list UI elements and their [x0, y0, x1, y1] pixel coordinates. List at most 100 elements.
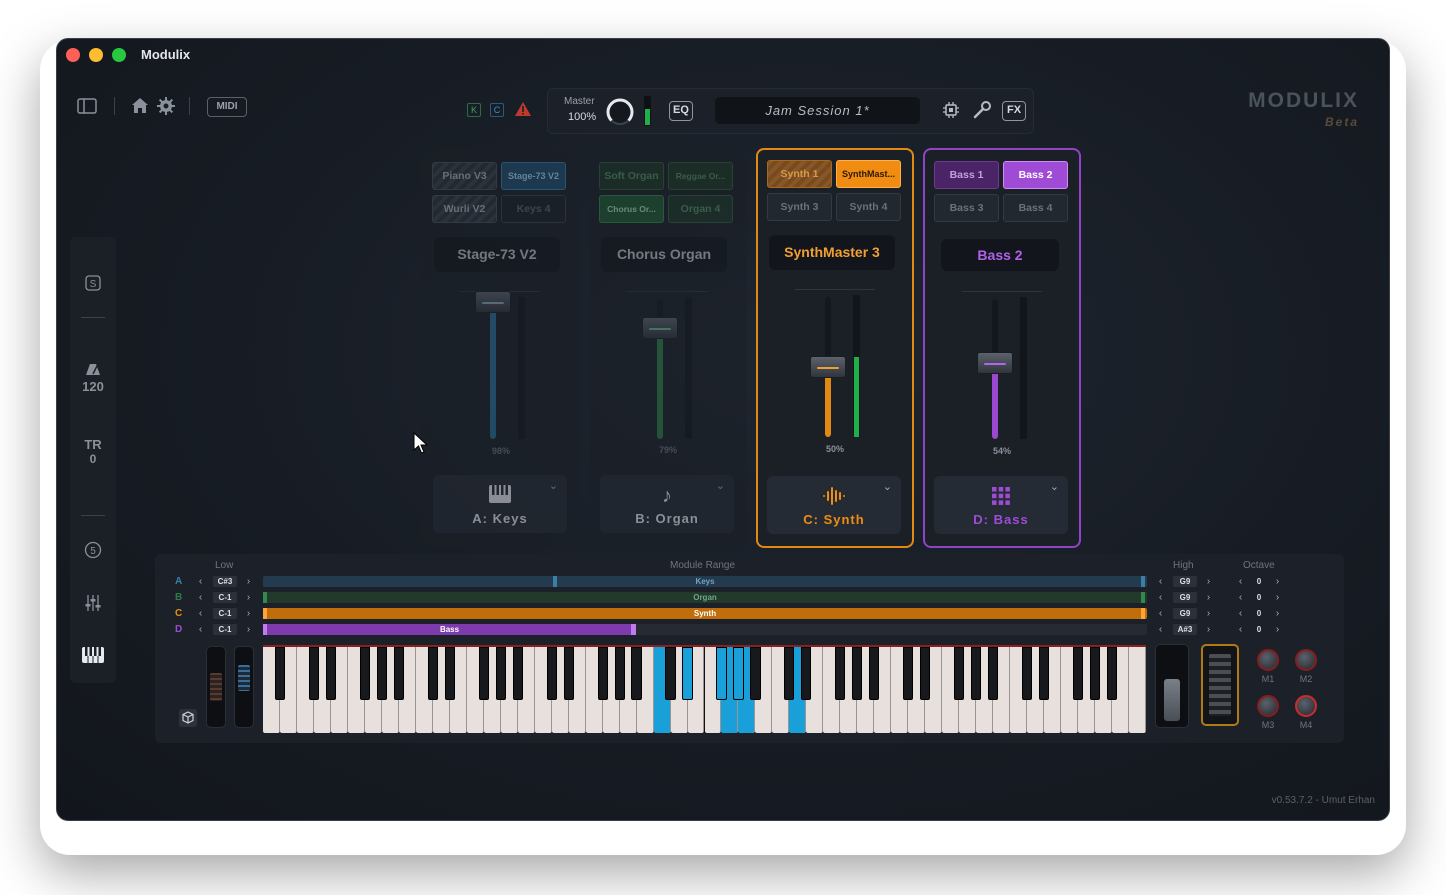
black-key[interactable]: [1089, 647, 1101, 700]
black-key[interactable]: [920, 647, 931, 700]
preset-slot[interactable]: Synth 1: [767, 160, 832, 188]
black-key[interactable]: [988, 647, 999, 700]
black-key[interactable]: [665, 647, 676, 700]
preset-slot[interactable]: Soft Organ: [599, 162, 664, 190]
warning-icon[interactable]: [514, 101, 532, 122]
piano-keyboard[interactable]: [263, 645, 1146, 733]
master-volume-knob[interactable]: [605, 97, 635, 132]
high-note-value[interactable]: G9: [1173, 592, 1197, 603]
high-increment-button[interactable]: ›: [1203, 624, 1214, 635]
chevron-down-icon[interactable]: ⌄: [716, 479, 725, 492]
piano-keys-icon[interactable]: [70, 647, 116, 668]
low-decrement-button[interactable]: ‹: [195, 608, 206, 619]
black-key[interactable]: [750, 647, 761, 700]
black-key[interactable]: [784, 647, 795, 700]
range-bar-organ[interactable]: Organ: [263, 592, 1147, 603]
low-decrement-button[interactable]: ‹: [195, 592, 206, 603]
black-key[interactable]: [359, 647, 370, 700]
high-decrement-button[interactable]: ‹: [1155, 624, 1166, 635]
volume-fader-handle[interactable]: [977, 352, 1013, 375]
chevron-down-icon[interactable]: ⌄: [883, 480, 892, 493]
expression-slider[interactable]: [1155, 644, 1189, 728]
octave-increment-button[interactable]: ›: [1272, 576, 1283, 587]
black-key[interactable]: [478, 647, 489, 700]
preset-slot[interactable]: SynthMast...: [836, 160, 901, 188]
low-decrement-button[interactable]: ‹: [195, 624, 206, 635]
mod-wheel[interactable]: [234, 646, 254, 728]
black-key[interactable]: [427, 647, 438, 700]
high-note-value[interactable]: A#3: [1173, 624, 1197, 635]
preset-slot[interactable]: Synth 4: [836, 193, 901, 221]
black-key[interactable]: [1022, 647, 1033, 700]
low-increment-button[interactable]: ›: [243, 608, 254, 619]
octave-increment-button[interactable]: ›: [1272, 624, 1283, 635]
high-increment-button[interactable]: ›: [1203, 608, 1214, 619]
black-key[interactable]: [1106, 647, 1118, 700]
chevron-down-icon[interactable]: ⌄: [549, 479, 558, 492]
session-name-display[interactable]: Jam Session 1*: [715, 97, 920, 124]
mixer-sliders-icon[interactable]: [70, 594, 116, 617]
pitch-wheel[interactable]: [206, 646, 226, 728]
black-key[interactable]: [801, 647, 812, 700]
preset-slot[interactable]: Bass 4: [1003, 194, 1068, 222]
home-icon[interactable]: [131, 97, 149, 119]
eq-button[interactable]: EQ: [669, 101, 693, 121]
module-selector-b[interactable]: ♪ ⌄ B: Organ: [600, 475, 734, 533]
macro-knob-m3[interactable]: [1257, 695, 1279, 717]
preset-slot[interactable]: Synth 3: [767, 193, 832, 221]
octave-decrement-button[interactable]: ‹: [1235, 576, 1246, 587]
tempo-value[interactable]: 120: [70, 379, 116, 394]
black-key[interactable]: [1072, 647, 1084, 700]
black-key[interactable]: [597, 647, 608, 700]
s-icon[interactable]: S: [70, 275, 116, 296]
preset-slot[interactable]: Stage-73 V2: [501, 162, 566, 190]
black-key[interactable]: [393, 647, 404, 700]
preset-slot[interactable]: Chorus Or...: [599, 195, 664, 223]
range-handle-high[interactable]: [631, 624, 636, 635]
preset-slot[interactable]: Organ 4: [668, 195, 733, 223]
black-key[interactable]: [903, 647, 914, 700]
range-bar-synth[interactable]: Synth: [263, 608, 1147, 619]
octave-decrement-button[interactable]: ‹: [1235, 608, 1246, 619]
black-key[interactable]: [716, 647, 727, 700]
cube-icon[interactable]: [179, 709, 197, 727]
high-decrement-button[interactable]: ‹: [1155, 608, 1166, 619]
range-handle-high[interactable]: [1141, 592, 1145, 603]
preset-slot[interactable]: Bass 2: [1003, 161, 1068, 189]
fx-button[interactable]: FX: [1002, 101, 1026, 121]
black-key[interactable]: [376, 647, 387, 700]
black-key[interactable]: [733, 647, 744, 700]
low-increment-button[interactable]: ›: [243, 624, 254, 635]
preset-slot[interactable]: Bass 3: [934, 194, 999, 222]
black-key[interactable]: [971, 647, 982, 700]
high-note-value[interactable]: G9: [1173, 576, 1197, 587]
range-bar-keys[interactable]: Keys: [263, 576, 1147, 587]
high-decrement-button[interactable]: ‹: [1155, 576, 1166, 587]
step-circle-icon[interactable]: 5: [70, 541, 116, 564]
black-key[interactable]: [308, 647, 320, 700]
low-increment-button[interactable]: ›: [243, 576, 254, 587]
range-handle-low[interactable]: [263, 592, 267, 603]
octave-increment-button[interactable]: ›: [1272, 592, 1283, 603]
black-key[interactable]: [512, 647, 523, 700]
low-note-value[interactable]: C-1: [213, 608, 237, 619]
high-decrement-button[interactable]: ‹: [1155, 592, 1166, 603]
white-key[interactable]: [1129, 647, 1146, 733]
preset-slot[interactable]: Bass 1: [934, 161, 999, 189]
low-decrement-button[interactable]: ‹: [195, 576, 206, 587]
macro-knob-m2[interactable]: [1295, 649, 1317, 671]
preset-slot[interactable]: Keys 4: [501, 195, 566, 223]
c-indicator[interactable]: C: [490, 103, 504, 117]
high-increment-button[interactable]: ›: [1203, 576, 1214, 587]
preset-slot[interactable]: Reggae Or...: [668, 162, 733, 190]
low-note-value[interactable]: C-1: [213, 624, 237, 635]
volume-fader-handle[interactable]: [810, 356, 846, 378]
volume-fader-track[interactable]: [490, 299, 496, 439]
preset-slot[interactable]: Piano V3: [432, 162, 497, 190]
chevron-down-icon[interactable]: ⌄: [1050, 480, 1059, 493]
k-indicator[interactable]: K: [467, 103, 481, 117]
high-increment-button[interactable]: ›: [1203, 592, 1214, 603]
low-increment-button[interactable]: ›: [243, 592, 254, 603]
black-key[interactable]: [631, 647, 642, 700]
minimize-window-button[interactable]: [89, 48, 103, 62]
